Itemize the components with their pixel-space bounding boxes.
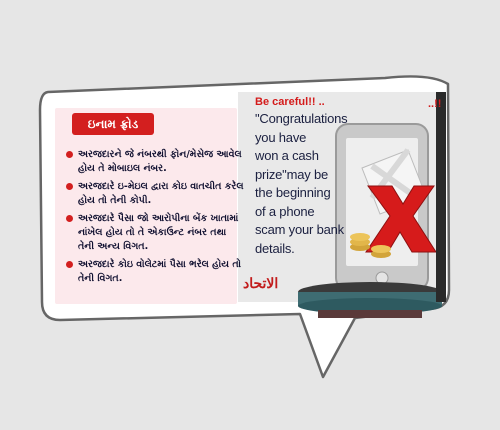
newspaper-logo: الاتحاد bbox=[243, 276, 279, 292]
warning-heading: Be careful!! .. bbox=[255, 96, 325, 108]
bullet-icon bbox=[66, 151, 73, 158]
requirements-list: અરજદારને જે નંબરથી ફોન/મેસેજ આવેલ હોય તે… bbox=[66, 148, 244, 290]
list-item: અરજદારને જે નંબરથી ફોન/મેસેજ આવેલ હોય તે… bbox=[66, 148, 244, 176]
list-item-text: અરજદારે પૈસા જો આરોપીના બેંક ખાતામાં નાં… bbox=[78, 213, 239, 252]
list-item-text: અરજદારને જે નંબરથી ફોન/મેસેજ આવેલ હોય તે… bbox=[78, 149, 242, 174]
scam-message: "Congratulations you have won a cash pri… bbox=[255, 111, 348, 256]
list-item: અરજદારે કોઇ વોલેટમાં પૈસા ભરેલ હોય તો તે… bbox=[66, 258, 244, 286]
bullet-icon bbox=[66, 261, 73, 268]
bullet-icon bbox=[66, 183, 73, 190]
list-item-text: અરજદારે ઇ-મેઇલ દ્વારા કોઇ વાતચીત કરેલ હો… bbox=[78, 181, 244, 206]
panel-title: ઇનામ ફ્રોડ bbox=[72, 113, 154, 135]
bullet-icon bbox=[66, 215, 73, 222]
prize-fraud-panel: ઇનામ ફ્રોડ અરજદારને જે નંબરથી ફોન/મેસેજ … bbox=[62, 108, 244, 304]
list-item: અરજદારે પૈસા જો આરોપીના બેંક ખાતામાં નાં… bbox=[66, 212, 244, 254]
corner-mark: ..!! bbox=[428, 98, 442, 110]
scam-warning-image: Be careful!! .. ..!! "Congratulations yo… bbox=[238, 92, 442, 302]
list-item: અરજદારે ઇ-મેઇલ દ્વારા કોઇ વાતચીત કરેલ હો… bbox=[66, 180, 244, 208]
list-item-text: અરજદારે કોઇ વોલેટમાં પૈસા ભરેલ હોય તો તે… bbox=[78, 259, 242, 284]
